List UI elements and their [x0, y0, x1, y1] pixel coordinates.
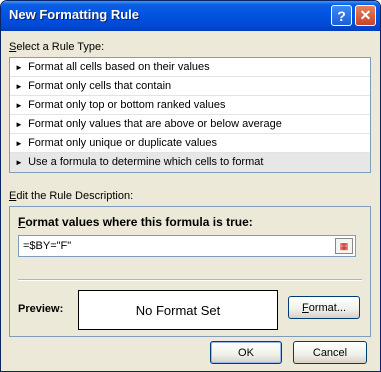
rule-type-item-selected[interactable]: ► Use a formula to determine which cells… — [10, 153, 370, 172]
close-icon: ✕ — [359, 7, 372, 23]
formula-heading: Format values where this formula is true… — [18, 215, 253, 229]
preview-label: Preview: — [18, 303, 64, 315]
format-button[interactable]: Format... — [288, 296, 360, 319]
edit-rule-description-label: Edit the Rule Description: — [9, 190, 134, 202]
arrow-right-icon: ► — [15, 139, 23, 148]
rule-description-panel: Format values where this formula is true… — [9, 206, 371, 337]
arrow-right-icon: ► — [15, 101, 23, 110]
range-select-icon: ▦ — [339, 240, 349, 251]
title-bar[interactable]: New Formatting Rule ? ✕ — [1, 1, 380, 31]
arrow-right-icon: ► — [15, 82, 23, 91]
collapse-dialog-button[interactable]: ▦ — [335, 238, 353, 254]
rule-type-item[interactable]: ► Format only top or bottom ranked value… — [10, 96, 370, 115]
help-icon: ? — [337, 7, 346, 24]
arrow-right-icon: ► — [15, 120, 23, 129]
ok-button[interactable]: OK — [210, 341, 282, 364]
help-button[interactable]: ? — [331, 5, 352, 26]
divider — [18, 279, 362, 281]
preview-text: No Format Set — [135, 302, 221, 318]
dialog-window: New Formatting Rule ? ✕ Select a Rule Ty… — [0, 0, 381, 372]
close-button[interactable]: ✕ — [355, 5, 376, 26]
select-rule-type-label: Select a Rule Type: — [9, 41, 105, 53]
cancel-button[interactable]: Cancel — [293, 341, 367, 364]
rule-type-item[interactable]: ► Format only cells that contain — [10, 77, 370, 96]
formula-value: =$BY="F" — [23, 240, 72, 252]
rule-type-item[interactable]: ► Format only unique or duplicate values — [10, 134, 370, 153]
preview-box: No Format Set — [78, 290, 278, 330]
rule-type-item[interactable]: ► Format all cells based on their values — [10, 58, 370, 77]
rule-type-item[interactable]: ► Format only values that are above or b… — [10, 115, 370, 134]
arrow-right-icon: ► — [15, 158, 23, 167]
rule-type-list[interactable]: ► Format all cells based on their values… — [9, 57, 371, 173]
arrow-right-icon: ► — [15, 63, 23, 72]
formula-input[interactable]: =$BY="F" ▦ — [18, 235, 356, 257]
window-title: New Formatting Rule — [9, 7, 140, 22]
